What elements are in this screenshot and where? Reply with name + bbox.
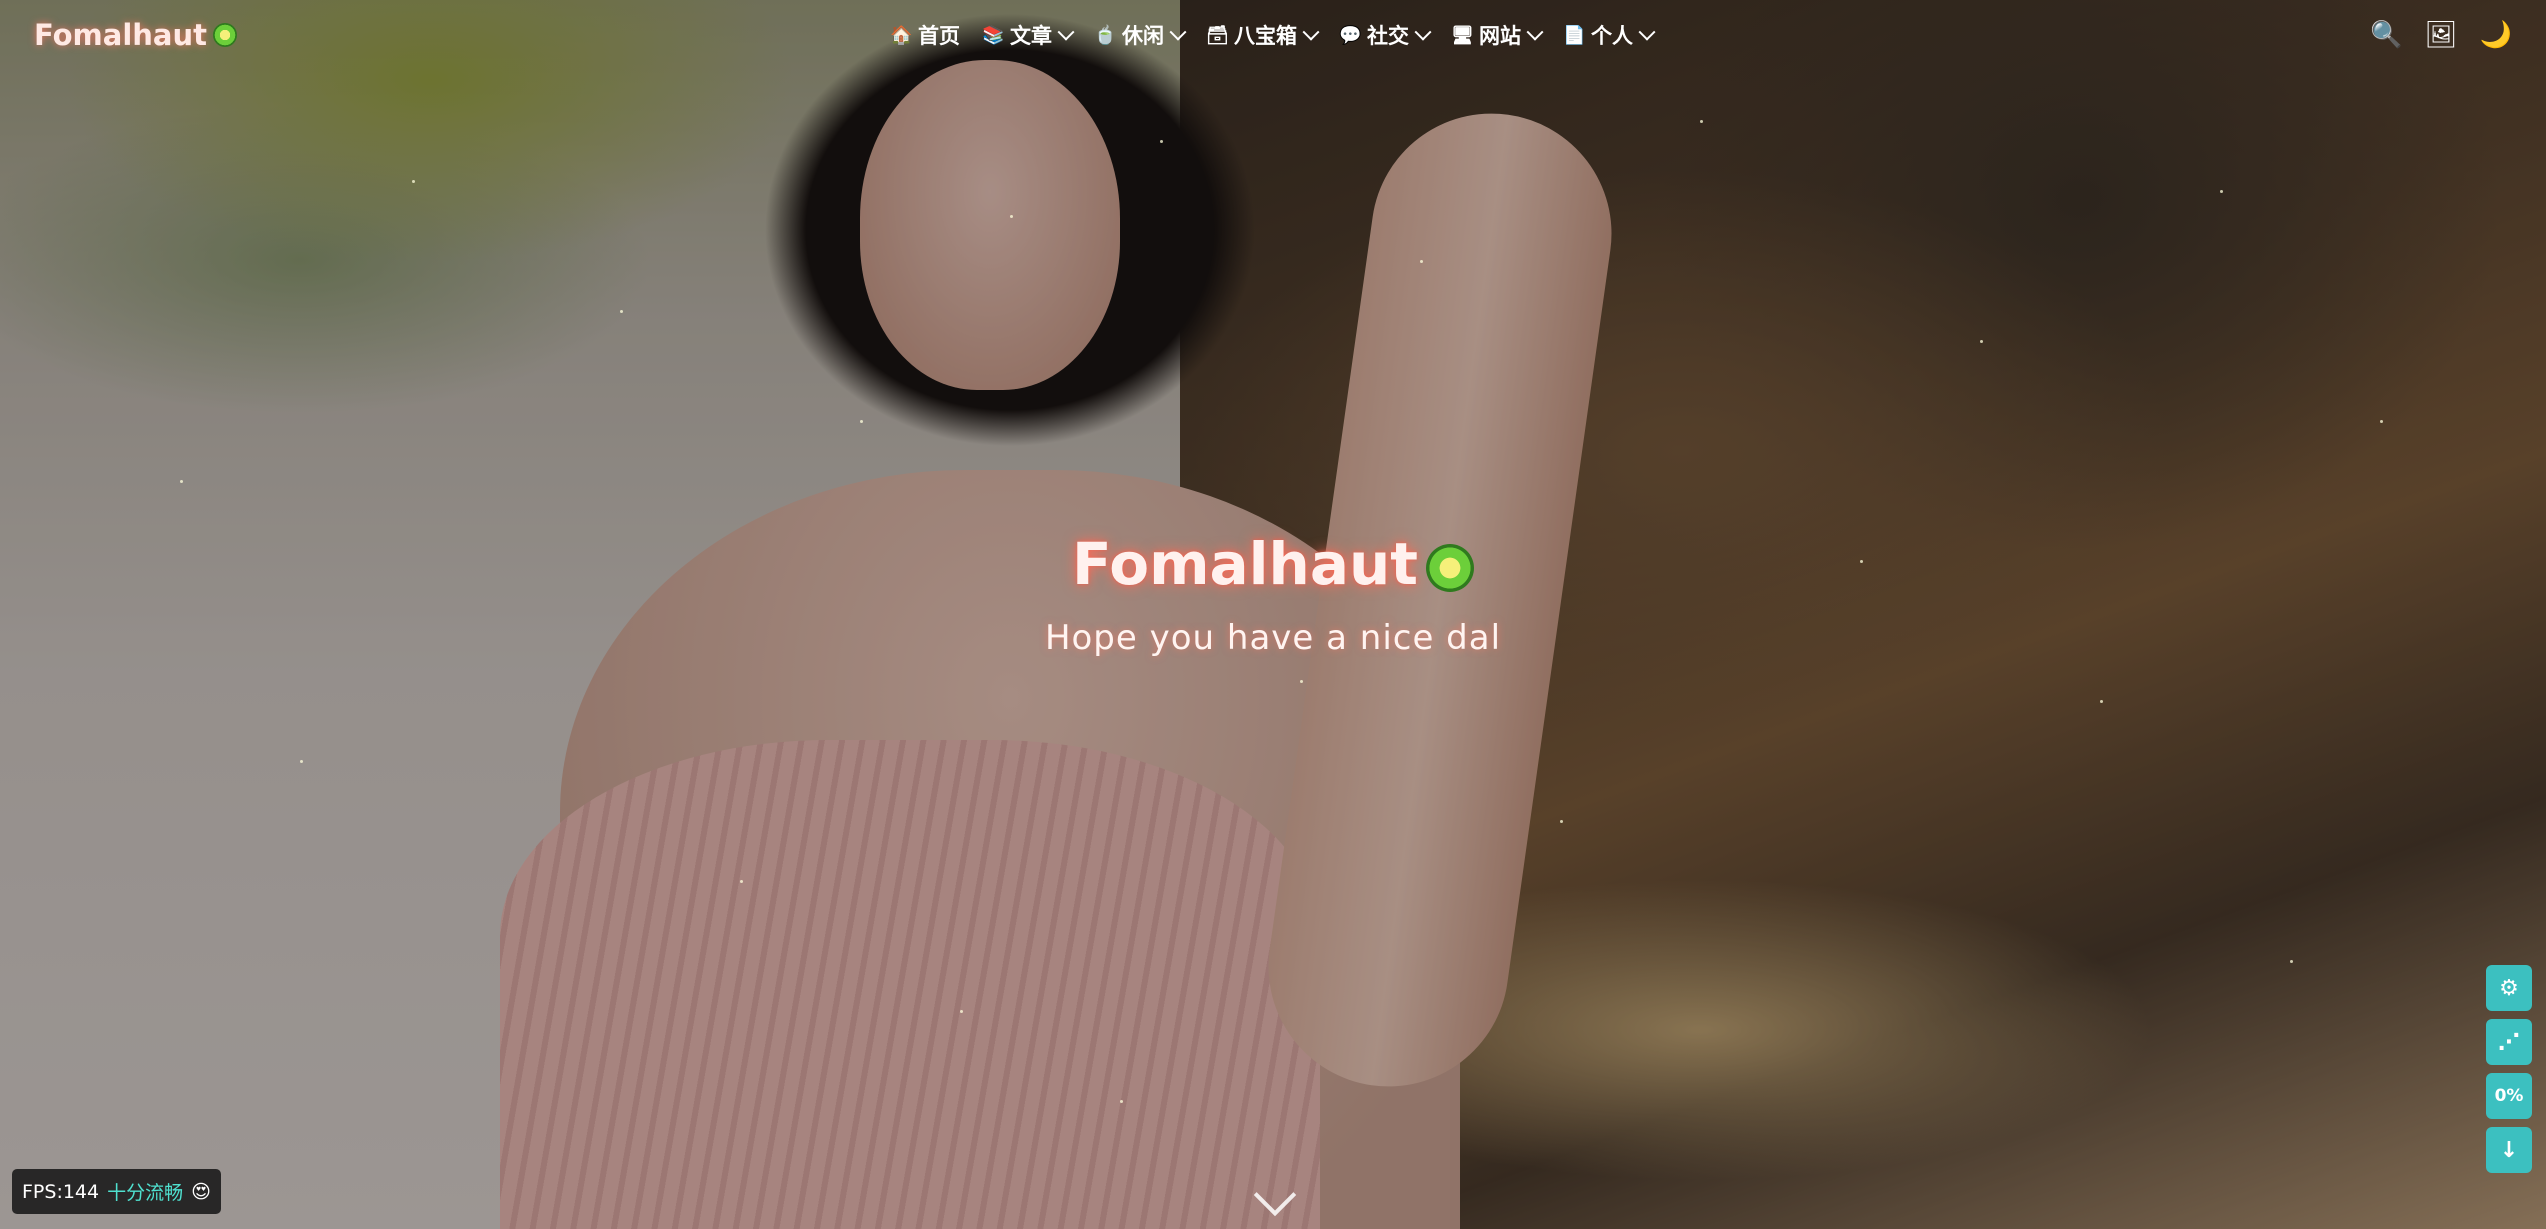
kiwi-icon	[213, 23, 238, 47]
nav-label: 八宝箱	[1234, 24, 1297, 48]
nav-item-leisure[interactable]: 🍵 休闲	[1094, 20, 1187, 50]
home-icon: 🏠	[890, 24, 913, 46]
share-button[interactable]: ⋰	[2486, 1019, 2532, 1065]
nav-label: 个人	[1591, 24, 1633, 48]
site-brand[interactable]: Fomalhaut	[34, 18, 238, 52]
main-menu: 🏠 首页 📚 文章 🍵 休闲 🗃 八宝箱 💬 社交 🖥 网站 📄 个人	[890, 20, 1656, 50]
nav-item-social[interactable]: 💬 社交	[1339, 20, 1432, 50]
nav-item-websites[interactable]: 🖥 网站	[1451, 20, 1544, 50]
share-icon: ⋰	[2498, 1029, 2520, 1055]
fps-indicator: FPS:144 十分流畅 😍	[12, 1169, 221, 1214]
teacup-icon: 🍵	[1094, 24, 1117, 46]
book-icon: 📚	[982, 24, 1005, 46]
nav-label: 休闲	[1122, 24, 1164, 48]
progress-percent: 0%	[2494, 1086, 2524, 1106]
fps-label: FPS:144	[22, 1180, 100, 1203]
brand-name[interactable]: Fomalhaut	[34, 18, 207, 52]
chat-icon: 💬	[1339, 24, 1362, 46]
document-icon: 📄	[1563, 24, 1586, 46]
nav-label: 首页	[918, 24, 960, 48]
picture-icon[interactable]: 🖼	[2425, 20, 2458, 50]
fps-status: 十分流畅	[107, 1182, 184, 1204]
scroll-bottom-button[interactable]: ↓	[2486, 1127, 2532, 1173]
chevron-down-icon	[1169, 23, 1187, 41]
hero-title-text: Fomalhaut	[1071, 530, 1419, 598]
settings-icon: ⚙	[2499, 975, 2519, 1001]
chevron-down-icon	[1414, 23, 1432, 41]
window-icon: 🖥	[1451, 24, 1474, 46]
search-icon[interactable]: 🔍	[2370, 20, 2402, 50]
nav-label: 社交	[1367, 24, 1409, 48]
chevron-down-icon	[1638, 23, 1656, 41]
nav-label: 文章	[1010, 24, 1052, 48]
smiling-face-icon: 😍	[191, 1180, 211, 1203]
chevron-down-icon	[1057, 23, 1075, 41]
kiwi-icon	[1426, 543, 1475, 592]
hero-subtitle: Hope you have a nice dal	[1044, 618, 1502, 658]
moon-icon[interactable]: 🌙	[2480, 20, 2512, 50]
nav-item-articles[interactable]: 📚 文章	[982, 20, 1075, 50]
nav-label: 网站	[1479, 24, 1521, 48]
hero-title: Fomalhaut	[0, 530, 2546, 598]
nav-item-home[interactable]: 🏠 首页	[890, 20, 960, 50]
rightside-toolbar: ⚙ ⋰ 0% ↓	[2486, 965, 2532, 1173]
box-icon: 🗃	[1206, 24, 1229, 46]
chevron-down-icon	[1302, 23, 1320, 41]
nav-item-treasure-box[interactable]: 🗃 八宝箱	[1206, 20, 1320, 50]
hero-background-image	[0, 0, 2546, 1229]
arrow-down-icon: ↓	[2499, 1137, 2519, 1163]
top-navbar: Fomalhaut 🏠 首页 📚 文章 🍵 休闲 🗃 八宝箱 💬 社交 🖥 网站…	[0, 0, 2546, 72]
nav-item-personal[interactable]: 📄 个人	[1563, 20, 1656, 50]
header-actions: 🔍 🖼 🌙	[2370, 20, 2512, 50]
chevron-down-icon	[1526, 23, 1544, 41]
scroll-percent-button[interactable]: 0%	[2486, 1073, 2532, 1119]
settings-button[interactable]: ⚙	[2486, 965, 2532, 1011]
background-dim-overlay	[0, 0, 2546, 1229]
